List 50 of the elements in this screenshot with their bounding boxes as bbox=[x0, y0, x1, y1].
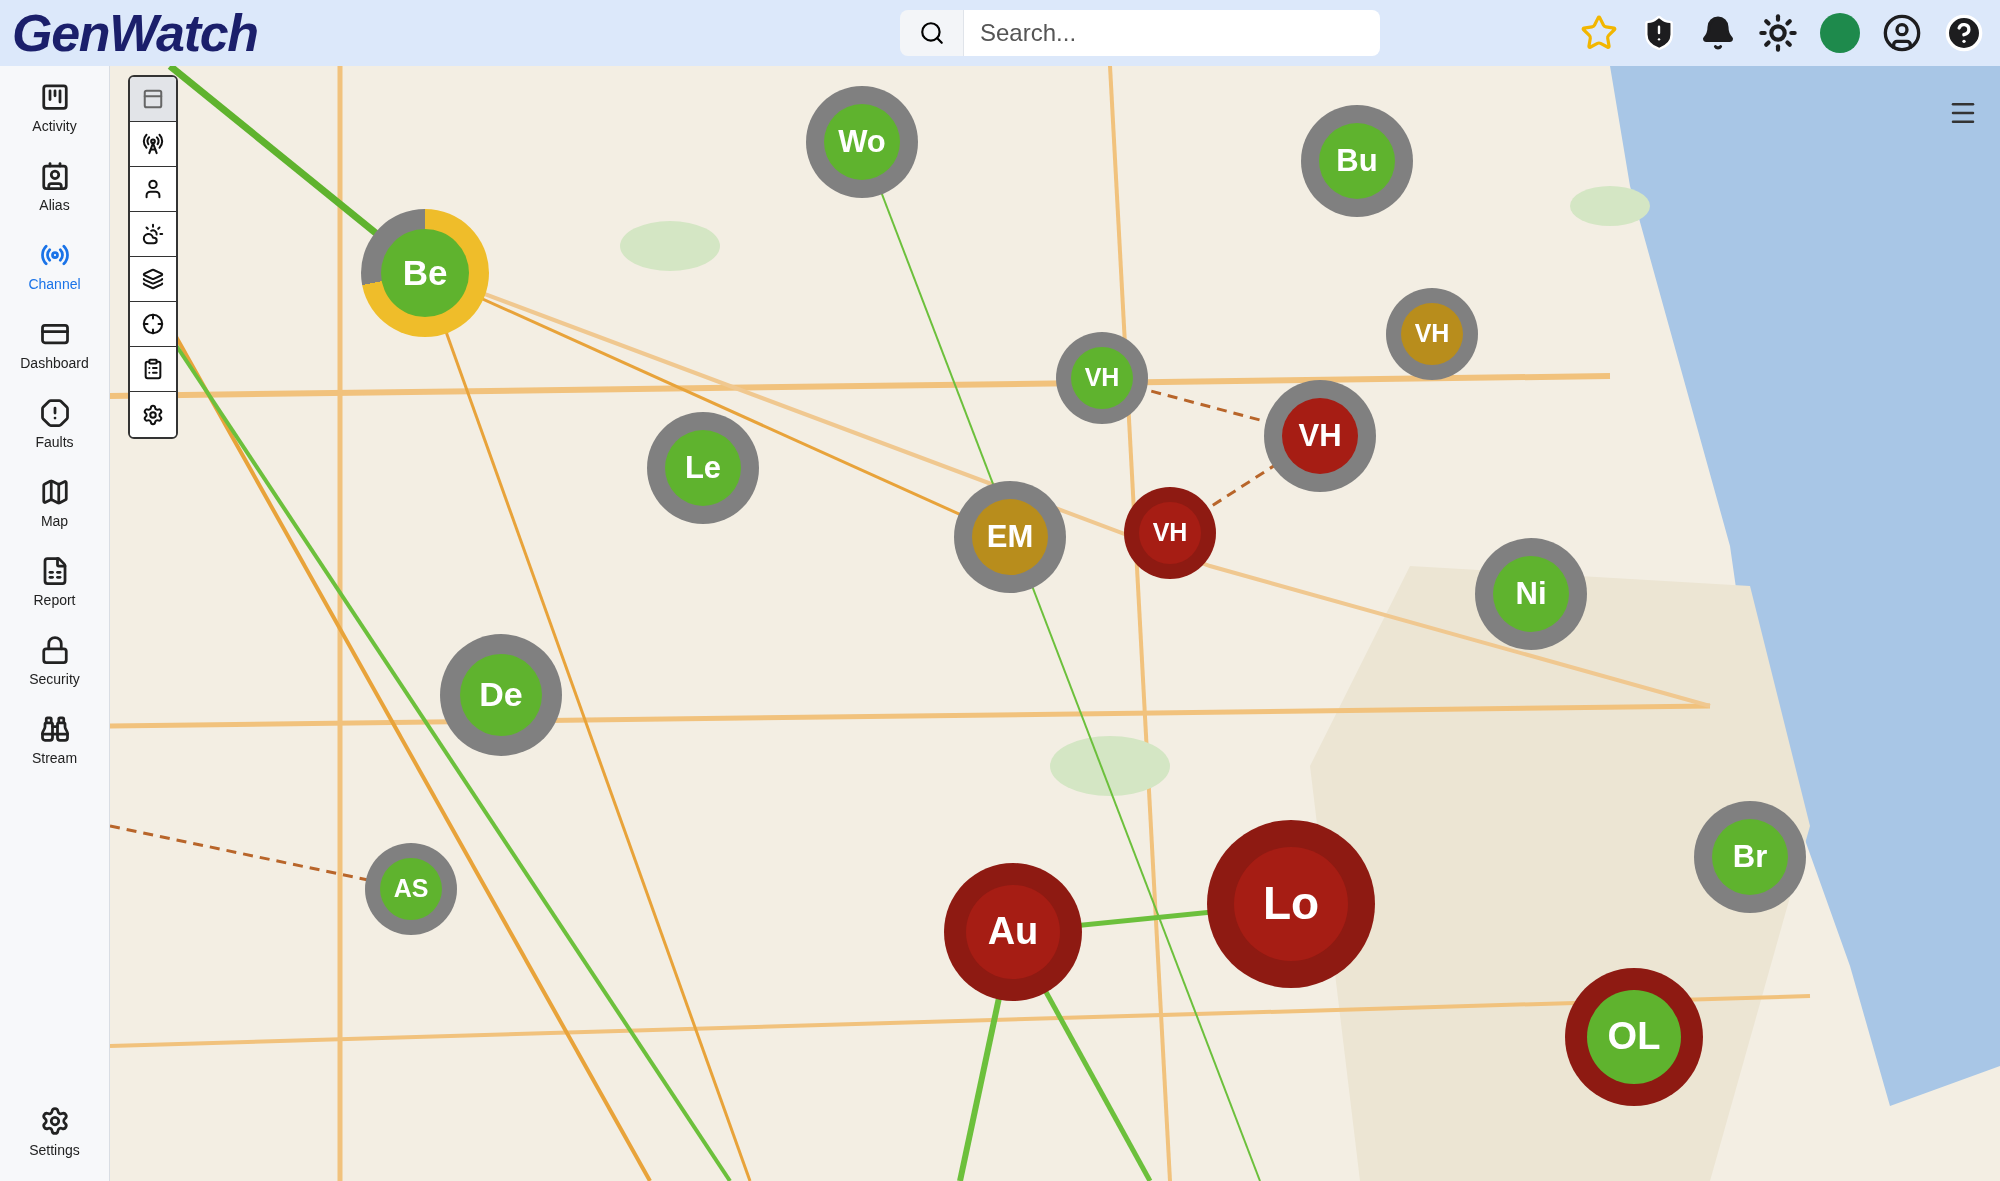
sidebar-item[interactable]: Dashboard bbox=[0, 315, 109, 378]
sidebar-item[interactable]: Security bbox=[0, 631, 109, 694]
settings-icon bbox=[39, 1106, 70, 1136]
map-icon bbox=[39, 477, 70, 507]
marker-label: Wo bbox=[838, 122, 886, 161]
sidebar-item[interactable]: Faults bbox=[0, 394, 109, 457]
sidebar-item[interactable]: Settings bbox=[0, 1102, 109, 1165]
marker-label: AS bbox=[393, 873, 429, 905]
sidebar-item[interactable]: Channel bbox=[0, 236, 109, 299]
marker-label: VH bbox=[1084, 362, 1120, 394]
star-icon[interactable] bbox=[1580, 14, 1618, 52]
sidebar-item[interactable]: Report bbox=[0, 552, 109, 615]
weather-icon bbox=[142, 223, 164, 245]
marker-label: Au bbox=[987, 909, 1039, 955]
contact-card-icon bbox=[39, 161, 70, 191]
marker-label: Be bbox=[402, 251, 448, 294]
marker-label: EM bbox=[986, 517, 1034, 556]
alert-octagon-icon bbox=[39, 398, 70, 428]
marker-label: Le bbox=[684, 448, 722, 487]
antenna-icon bbox=[142, 133, 164, 155]
marker-label: Br bbox=[1732, 837, 1768, 876]
search-icon bbox=[918, 20, 945, 46]
kanban-icon bbox=[39, 82, 70, 112]
search-button[interactable] bbox=[900, 10, 964, 56]
sidebar-item[interactable]: Activity bbox=[0, 78, 109, 141]
marker-label: De bbox=[479, 674, 523, 716]
marker-label: Bu bbox=[1336, 141, 1378, 180]
window-icon bbox=[142, 88, 164, 110]
logo: GenWatch bbox=[12, 7, 258, 59]
marker-label: OL bbox=[1607, 1014, 1661, 1060]
sidebar-item[interactable]: Alias bbox=[0, 157, 109, 220]
bell-icon[interactable] bbox=[1700, 15, 1736, 51]
marker-label: VH bbox=[1298, 416, 1342, 455]
lock-icon bbox=[39, 635, 70, 665]
sidebar-item[interactable]: Stream bbox=[0, 710, 109, 773]
target-icon bbox=[142, 313, 164, 335]
settings-icon bbox=[142, 403, 164, 426]
map-tool-button[interactable] bbox=[130, 77, 176, 122]
sun-icon[interactable] bbox=[1758, 13, 1798, 53]
search-field[interactable]: Search... bbox=[964, 10, 1380, 56]
layers-icon bbox=[142, 268, 164, 290]
sidebar-item[interactable]: Map bbox=[0, 473, 109, 536]
help-icon[interactable] bbox=[1944, 13, 1984, 53]
marker-label: VH bbox=[1152, 517, 1188, 549]
binoculars-icon bbox=[39, 714, 70, 744]
clipboard-icon bbox=[142, 358, 164, 380]
user-icon[interactable] bbox=[1882, 13, 1922, 53]
marker-label: VH bbox=[1414, 318, 1450, 350]
marker-label: Ni bbox=[1515, 574, 1547, 613]
marker-label: Lo bbox=[1262, 876, 1320, 932]
